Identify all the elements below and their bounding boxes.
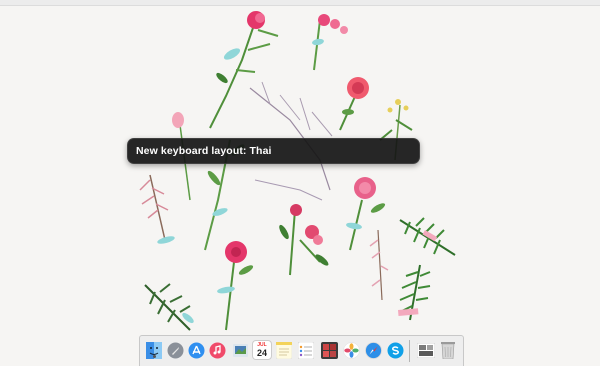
downloads-stack-icon[interactable] — [417, 341, 435, 359]
trash-icon[interactable] — [439, 341, 457, 359]
itunes-icon[interactable] — [208, 341, 226, 359]
photos-icon[interactable] — [342, 341, 360, 359]
finder-icon[interactable] — [145, 341, 163, 359]
reminders-icon[interactable] — [297, 341, 315, 359]
dock-separator — [409, 340, 410, 362]
hud-message: New keyboard layout: Thai — [136, 145, 272, 157]
launchpad-icon[interactable] — [166, 341, 184, 359]
notes-icon[interactable] — [275, 341, 293, 359]
calendar-icon[interactable]: JUL 24 — [253, 341, 271, 359]
desktop-wallpaper — [0, 6, 600, 365]
running-indicator — [152, 355, 156, 358]
safari-icon[interactable] — [364, 341, 382, 359]
skype-icon[interactable] — [386, 341, 404, 359]
app-store-icon[interactable] — [187, 341, 205, 359]
photo-booth-icon[interactable] — [320, 341, 338, 359]
dock: JUL 24 — [139, 335, 464, 366]
keyboard-layout-hud: New keyboard layout: Thai — [127, 138, 420, 164]
preview-icon[interactable] — [231, 341, 249, 359]
calendar-day: 24 — [256, 348, 267, 358]
